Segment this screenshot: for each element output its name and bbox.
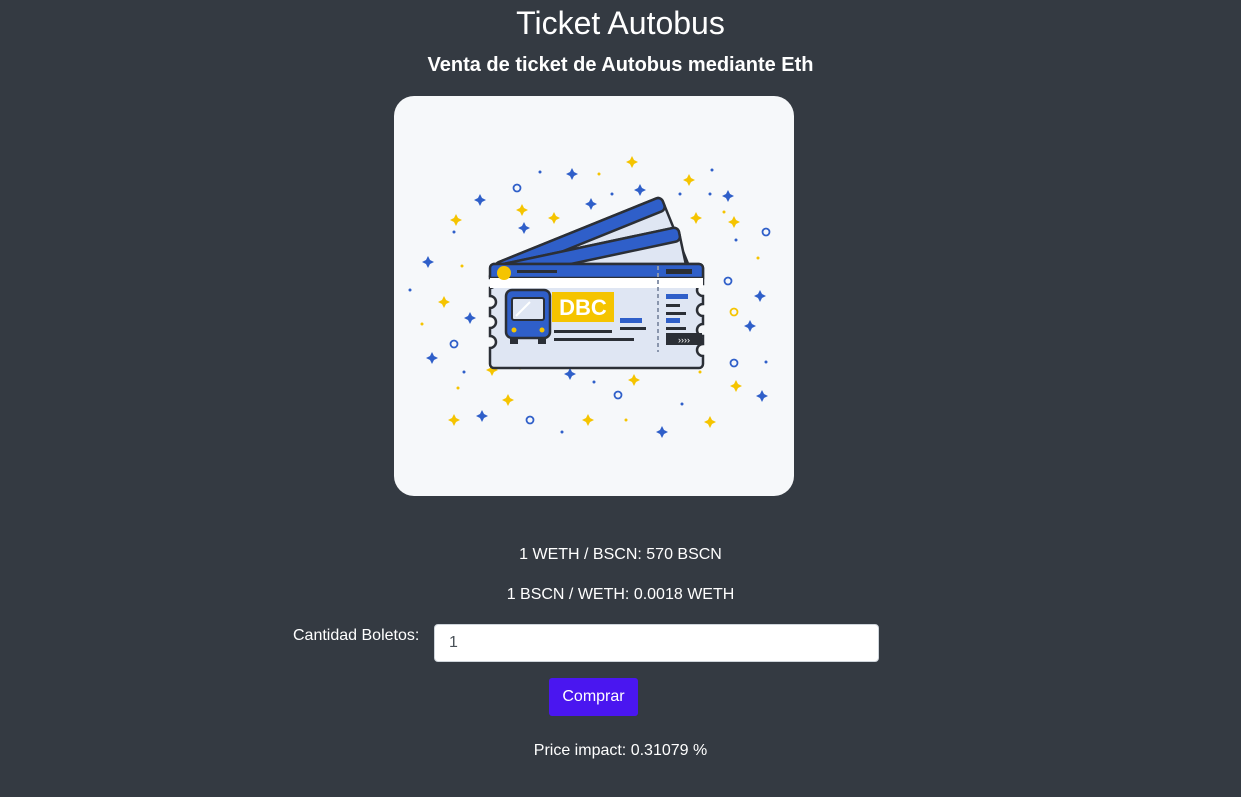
ticket-logo-text: DBC <box>559 295 607 320</box>
rate-weth-bscn: 1 WETH / BSCN: 570 BSCN <box>519 546 722 563</box>
bus-tickets-icon: DBC ›››› <box>408 156 771 438</box>
page: Ticket Autobus Venta de ticket de Autobu… <box>0 0 1241 797</box>
quantity-label: Cantidad Boletos: <box>293 627 420 644</box>
rate-bscn-weth: 1 BSCN / WETH: 0.0018 WETH <box>506 586 735 603</box>
quantity-input[interactable] <box>434 624 879 662</box>
page-title: Ticket Autobus <box>516 5 725 41</box>
ticket-illustration: DBC ›››› <box>394 96 794 496</box>
buy-button[interactable]: Comprar <box>549 678 638 716</box>
price-impact: Price impact: 0.31079 % <box>533 742 708 759</box>
page-subtitle: Venta de ticket de Autobus mediante Eth <box>427 54 814 76</box>
arrows-icon: ›››› <box>678 335 690 345</box>
